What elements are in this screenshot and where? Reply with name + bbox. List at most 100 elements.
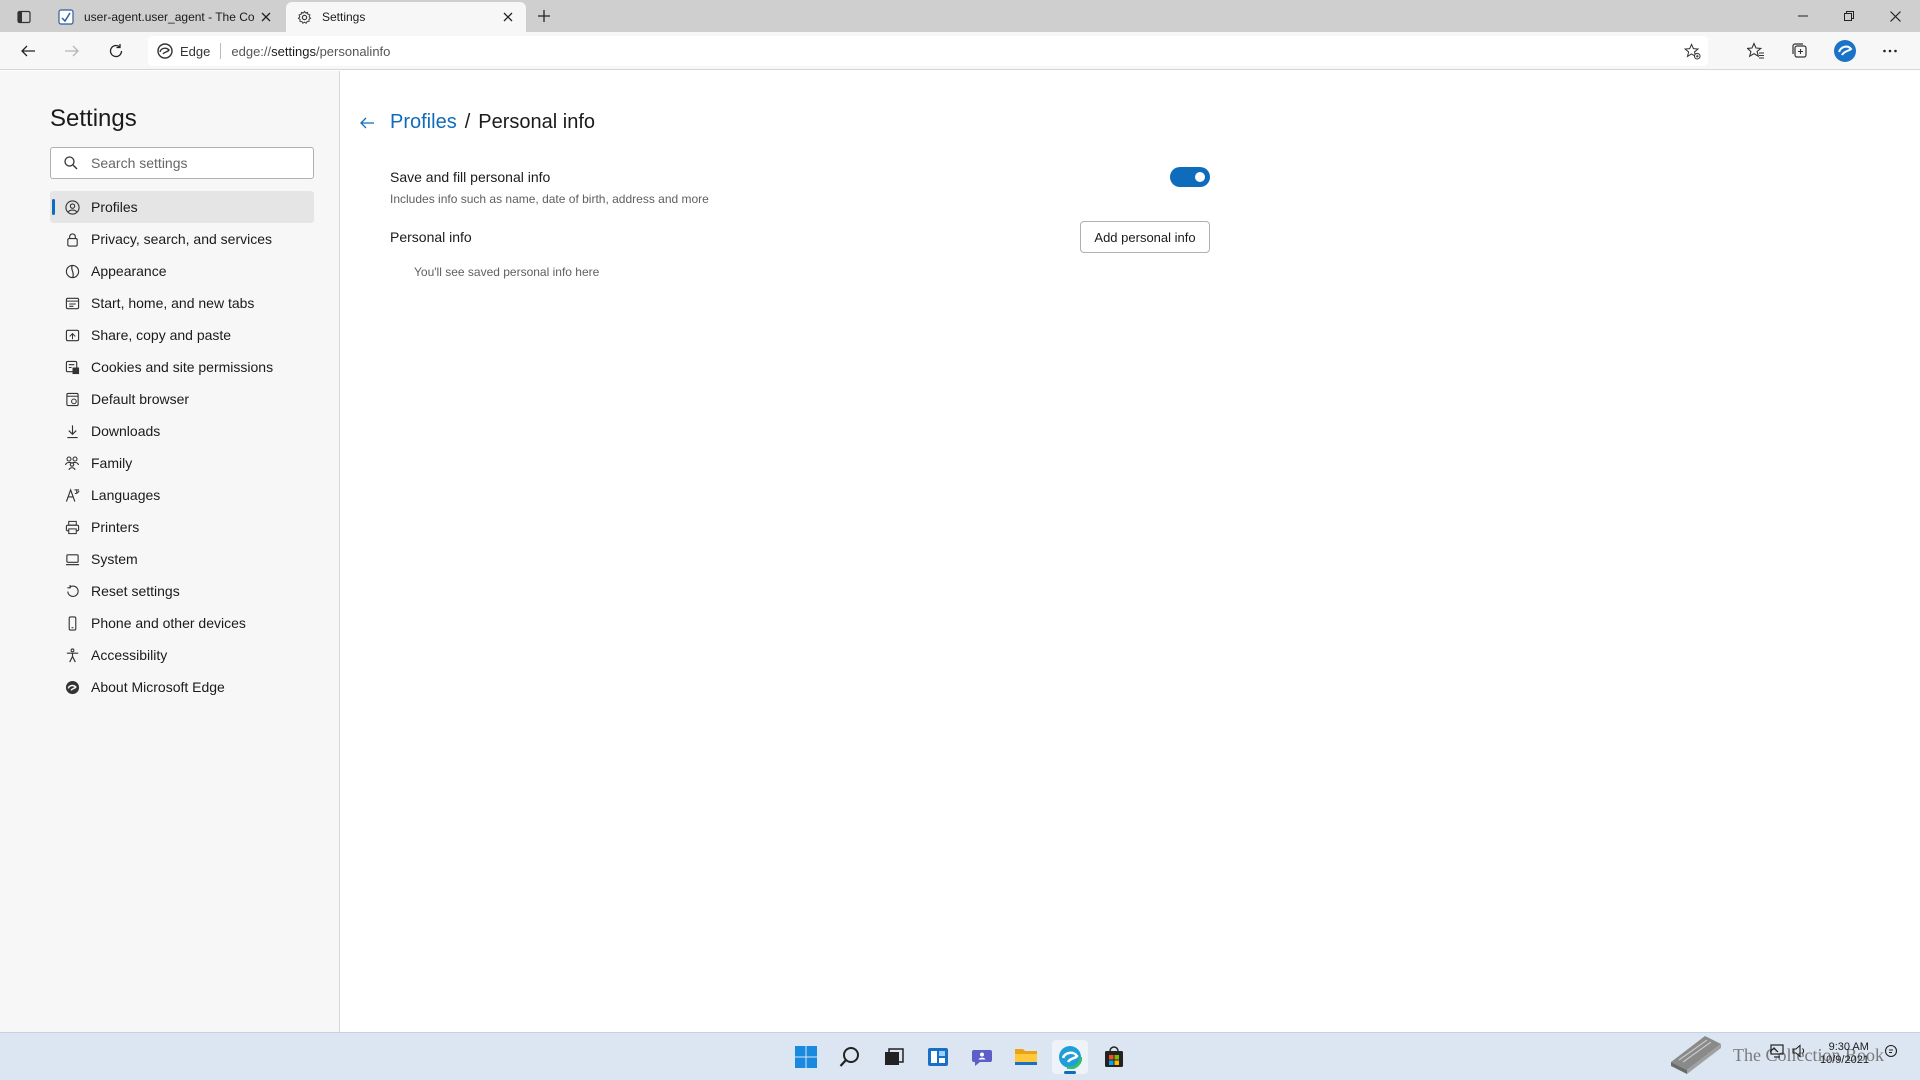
refresh-icon: [109, 44, 123, 58]
search-input[interactable]: [91, 155, 301, 171]
close-icon: [1889, 10, 1901, 22]
settings-main: Profiles / Personal info Save and fill p…: [341, 71, 1920, 1032]
close-tab-button[interactable]: [496, 5, 520, 29]
tray-volume[interactable]: [1792, 1044, 1808, 1058]
gear-icon: [296, 9, 312, 25]
tray-network[interactable]: [1770, 1044, 1786, 1058]
sidebar-item-reset[interactable]: Reset settings: [50, 575, 314, 607]
edge-icon: [1058, 1045, 1082, 1069]
search-icon: [63, 155, 79, 171]
tab-user-agent[interactable]: user-agent.user_agent - The Coll: [48, 2, 284, 32]
download-icon: [63, 422, 81, 440]
windows-icon: [795, 1046, 817, 1068]
sidebar-item-label: Reset settings: [91, 583, 180, 599]
back-button[interactable]: [14, 37, 42, 65]
taskbar-search-button[interactable]: [832, 1040, 868, 1074]
address-bar[interactable]: Edge edge://settings/personalinfo: [148, 36, 1708, 66]
breadcrumb-profiles-link[interactable]: Profiles: [390, 111, 457, 134]
close-tab-button[interactable]: [254, 5, 278, 29]
chat-button[interactable]: [964, 1040, 1000, 1074]
notification-button[interactable]: [1884, 1044, 1898, 1058]
minimize-button[interactable]: [1780, 0, 1826, 32]
site-name: Edge: [180, 43, 211, 59]
sidebar-item-label: Printers: [91, 519, 140, 535]
sidebar-item-share[interactable]: Share, copy and paste: [50, 319, 314, 351]
sidebar-item-cookies[interactable]: Cookies and site permissions: [50, 351, 314, 383]
task-view-button[interactable]: [876, 1040, 912, 1074]
tab-settings[interactable]: Settings: [286, 2, 526, 32]
toggle-knob: [1195, 172, 1205, 182]
favorites-button[interactable]: [1742, 37, 1770, 65]
divider: [220, 43, 222, 59]
add-favorite-button[interactable]: [1680, 39, 1704, 63]
phone-icon: [63, 614, 81, 632]
more-options-button[interactable]: [1876, 37, 1904, 65]
url-text: edge://settings/personalinfo: [231, 43, 391, 59]
sidebar-item-appearance[interactable]: Appearance: [50, 255, 314, 287]
back-to-profiles-button[interactable]: [355, 111, 379, 135]
star-add-icon: [1683, 42, 1701, 60]
page-icon: [58, 9, 74, 25]
widgets-button[interactable]: [920, 1040, 956, 1074]
settings-nav: Profiles Privacy, search, and services A…: [50, 191, 314, 703]
save-fill-description: Includes info such as name, date of birt…: [390, 192, 709, 206]
empty-state-text: You'll see saved personal info here: [414, 265, 600, 279]
add-personal-info-button[interactable]: Add personal info: [1080, 221, 1210, 253]
minimize-icon: [1798, 15, 1808, 17]
store-icon: [1105, 1046, 1123, 1067]
close-icon: [261, 12, 271, 22]
arrow-right-icon: [65, 45, 79, 57]
sidebar-item-about[interactable]: About Microsoft Edge: [50, 671, 314, 703]
sidebar-item-accessibility[interactable]: Accessibility: [50, 639, 314, 671]
search-settings-box[interactable]: [50, 147, 314, 179]
network-icon: [1770, 1044, 1784, 1058]
sidebar-item-label: Downloads: [91, 423, 161, 439]
sidebar-item-downloads[interactable]: Downloads: [50, 415, 314, 447]
store-button[interactable]: [1096, 1040, 1132, 1074]
sidebar-item-printers[interactable]: Printers: [50, 511, 314, 543]
edge-icon: [156, 42, 174, 60]
sidebar-item-label: Languages: [91, 487, 161, 503]
home-tabs-icon: [63, 294, 81, 312]
edge-taskbar-button[interactable]: [1052, 1040, 1088, 1074]
sidebar-item-label: System: [91, 551, 138, 567]
sidebar-item-default-browser[interactable]: Default browser: [50, 383, 314, 415]
sidebar-item-label: Appearance: [91, 263, 167, 279]
personal-info-label: Personal info: [390, 229, 472, 245]
new-tab-button[interactable]: [532, 4, 556, 28]
avatar: [1834, 40, 1856, 62]
sidebar-item-family[interactable]: Family: [50, 447, 314, 479]
sidebar-item-privacy[interactable]: Privacy, search, and services: [50, 223, 314, 255]
profile-button[interactable]: [1831, 37, 1859, 65]
languages-icon: [63, 486, 81, 504]
file-explorer-button[interactable]: [1008, 1040, 1044, 1074]
forward-button[interactable]: [58, 37, 86, 65]
settings-sidebar: Settings Profiles Privacy, search, and s…: [0, 71, 340, 1032]
tab-title: Settings: [322, 10, 366, 24]
sidebar-item-profiles[interactable]: Profiles: [50, 191, 314, 223]
sidebar-item-start-home[interactable]: Start, home, and new tabs: [50, 287, 314, 319]
appearance-icon: [63, 262, 81, 280]
accessibility-icon: [63, 646, 81, 664]
breadcrumb-separator: /: [464, 111, 471, 133]
cookies-icon: [63, 358, 81, 376]
clock-time: 9:30 AM: [1828, 1041, 1869, 1053]
sidebar-item-system[interactable]: System: [50, 543, 314, 575]
edge-icon: [63, 678, 81, 696]
save-fill-toggle[interactable]: [1170, 167, 1210, 187]
chat-icon: [972, 1050, 992, 1066]
sidebar-item-label: Cookies and site permissions: [91, 359, 274, 375]
refresh-button[interactable]: [102, 37, 130, 65]
close-window-button[interactable]: [1872, 0, 1918, 32]
browser-icon: [63, 390, 81, 408]
tab-actions-button[interactable]: [10, 6, 38, 28]
sidebar-item-label: About Microsoft Edge: [91, 679, 225, 695]
tab-strip: user-agent.user_agent - The Coll Setting…: [0, 0, 1920, 32]
sidebar-item-label: Default browser: [91, 391, 190, 407]
collections-button[interactable]: [1786, 37, 1814, 65]
start-button[interactable]: [788, 1040, 824, 1074]
sidebar-item-phone[interactable]: Phone and other devices: [50, 607, 314, 639]
restore-button[interactable]: [1826, 0, 1872, 32]
sidebar-item-languages[interactable]: Languages: [50, 479, 314, 511]
clock[interactable]: 9:30 AM 10/9/2021: [1820, 1041, 1869, 1067]
